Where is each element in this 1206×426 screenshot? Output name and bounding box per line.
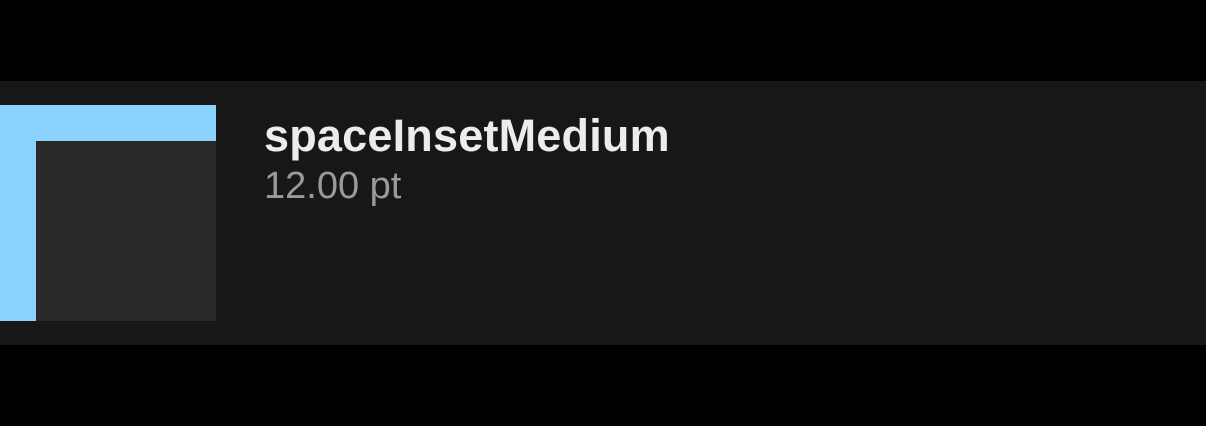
token-info: spaceInsetMedium 12.00 pt [264,110,670,209]
inset-content-area [36,141,216,321]
token-row: spaceInsetMedium 12.00 pt [0,81,1206,345]
token-name: spaceInsetMedium [264,110,670,161]
inset-swatch [0,105,216,321]
token-value: 12.00 pt [264,165,402,207]
